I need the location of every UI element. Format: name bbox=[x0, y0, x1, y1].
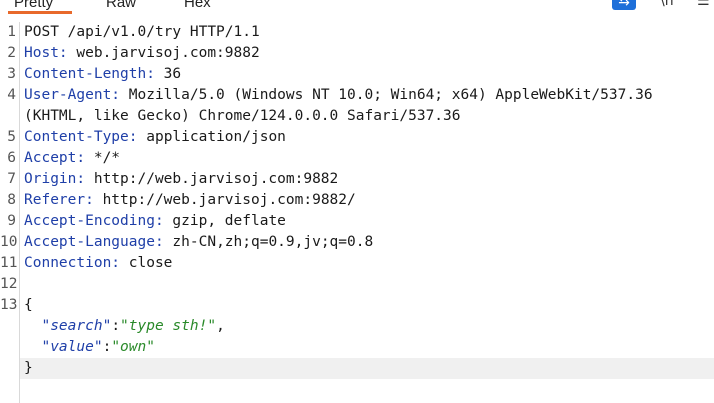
line-number: 5 bbox=[7, 129, 16, 145]
json-separator: : bbox=[111, 318, 121, 334]
line-number: 6 bbox=[7, 150, 16, 166]
editor-line[interactable]: 9 Accept-Encoding: gzip, deflate bbox=[0, 211, 714, 232]
line-content: "search":"type sth!", bbox=[24, 316, 225, 337]
editor-line[interactable]: 13 { bbox=[0, 295, 714, 316]
json-separator: : bbox=[102, 339, 112, 355]
editor-line[interactable]: "search":"type sth!", bbox=[0, 316, 714, 337]
line-content: Accept: */* bbox=[24, 148, 120, 169]
word-wrap-icon[interactable]: ⇆ bbox=[612, 0, 636, 10]
line-content: POST /api/v1.0/try HTTP/1.1 bbox=[24, 22, 260, 43]
header-name: Origin: bbox=[24, 171, 86, 187]
line-content: Origin: http://web.jarvisoj.com:9882 bbox=[24, 169, 338, 190]
header-name: Host: bbox=[24, 45, 68, 61]
editor-line[interactable]: 12 bbox=[0, 274, 714, 295]
editor-line[interactable]: 7 Origin: http://web.jarvisoj.com:9882 bbox=[0, 169, 714, 190]
line-content: Referer: http://web.jarvisoj.com:9882/ bbox=[24, 190, 356, 211]
editor-line[interactable]: 11 Connection: close bbox=[0, 253, 714, 274]
line-number: 12 bbox=[0, 276, 18, 292]
header-value: web.jarvisoj.com:9882 bbox=[67, 45, 260, 61]
line-content: Accept-Encoding: gzip, deflate bbox=[24, 211, 286, 232]
header-value: gzip, deflate bbox=[163, 213, 286, 229]
editor-line[interactable]: 4 User-Agent: Mozilla/5.0 (Windows NT 10.… bbox=[0, 85, 714, 106]
request-editor[interactable]: 1 POST /api/v1.0/try HTTP/1.1 2 Host: web.j… bbox=[0, 22, 714, 403]
line-text: POST /api/v1.0/try HTTP/1.1 bbox=[24, 24, 260, 40]
hamburger-menu-icon[interactable]: ☰ bbox=[697, 0, 710, 10]
active-tab-indicator bbox=[8, 11, 72, 14]
editor-line[interactable]: 10 Accept-Language: zh-CN,zh;q=0.9,jv;q=0… bbox=[0, 232, 714, 253]
show-newlines-icon[interactable]: \n bbox=[660, 0, 674, 10]
line-number: 4 bbox=[7, 87, 16, 103]
message-view-tabbar: Pretty Raw Hex ⇆ \n ☰ bbox=[0, 0, 714, 14]
editor-line[interactable]: } bbox=[0, 358, 714, 379]
editor-line[interactable]: 8 Referer: http://web.jarvisoj.com:9882/ bbox=[0, 190, 714, 211]
line-content: Host: web.jarvisoj.com:9882 bbox=[24, 43, 260, 64]
line-content: } bbox=[24, 358, 33, 379]
line-number: 1 bbox=[7, 24, 16, 40]
line-content: (KHTML, like Gecko) Chrome/124.0.0.0 Saf… bbox=[24, 106, 461, 127]
line-number: 7 bbox=[7, 171, 16, 187]
line-content: Content-Length: 36 bbox=[24, 64, 181, 85]
header-value: */* bbox=[85, 150, 121, 166]
line-text: } bbox=[24, 360, 33, 376]
header-value: 36 bbox=[154, 66, 182, 82]
editor-line[interactable]: 1 POST /api/v1.0/try HTTP/1.1 bbox=[0, 22, 714, 43]
editor-line[interactable]: "value":"own" bbox=[0, 337, 714, 358]
line-content: Content-Type: application/json bbox=[24, 127, 286, 148]
header-value: http://web.jarvisoj.com:9882 bbox=[85, 171, 339, 187]
editor-line[interactable]: 2 Host: web.jarvisoj.com:9882 bbox=[0, 43, 714, 64]
line-number: 8 bbox=[7, 192, 16, 208]
line-content: { bbox=[24, 295, 33, 316]
json-key: "value" bbox=[41, 339, 103, 355]
json-value: "own" bbox=[111, 339, 155, 355]
json-comma: , bbox=[216, 318, 225, 334]
line-number: 9 bbox=[7, 213, 16, 229]
editor-line[interactable]: 5 Content-Type: application/json bbox=[0, 127, 714, 148]
line-number: 3 bbox=[7, 66, 16, 82]
editor-line[interactable]: 6 Accept: */* bbox=[0, 148, 714, 169]
line-content: Connection: close bbox=[24, 253, 172, 274]
json-key: "search" bbox=[41, 318, 112, 334]
tab-hex[interactable]: Hex bbox=[184, 0, 211, 12]
header-name: Content-Type: bbox=[24, 129, 138, 145]
tab-raw[interactable]: Raw bbox=[106, 0, 136, 12]
header-value: close bbox=[120, 255, 173, 271]
header-name: Content-Length: bbox=[24, 66, 155, 82]
line-text: (KHTML, like Gecko) Chrome/124.0.0.0 Saf… bbox=[24, 108, 461, 124]
line-content: "value":"own" bbox=[24, 337, 155, 358]
editor-line[interactable]: 3 Content-Length: 36 bbox=[0, 64, 714, 85]
header-name: Accept-Language: bbox=[24, 234, 164, 250]
header-name: Accept: bbox=[24, 150, 86, 166]
line-number: 10 bbox=[0, 234, 18, 250]
header-value: http://web.jarvisoj.com:9882/ bbox=[93, 192, 356, 208]
line-text: { bbox=[24, 297, 33, 313]
line-number: 13 bbox=[0, 297, 18, 313]
header-name: Accept-Encoding: bbox=[24, 213, 164, 229]
header-name: User-Agent: bbox=[24, 87, 121, 103]
line-number: 11 bbox=[0, 255, 18, 271]
header-name: Referer: bbox=[24, 192, 94, 208]
header-value: zh-CN,zh;q=0.9,jv;q=0.8 bbox=[163, 234, 374, 250]
json-value: "type sth!" bbox=[120, 318, 217, 334]
header-value: Mozilla/5.0 (Windows NT 10.0; Win64; x64… bbox=[120, 87, 653, 103]
line-content: Accept-Language: zh-CN,zh;q=0.9,jv;q=0.8 bbox=[24, 232, 373, 253]
header-name: Connection: bbox=[24, 255, 121, 271]
line-number: 2 bbox=[7, 45, 16, 61]
line-content: User-Agent: Mozilla/5.0 (Windows NT 10.0… bbox=[24, 85, 653, 106]
editor-line[interactable]: (KHTML, like Gecko) Chrome/124.0.0.0 Saf… bbox=[0, 106, 714, 127]
header-value: application/json bbox=[137, 129, 286, 145]
